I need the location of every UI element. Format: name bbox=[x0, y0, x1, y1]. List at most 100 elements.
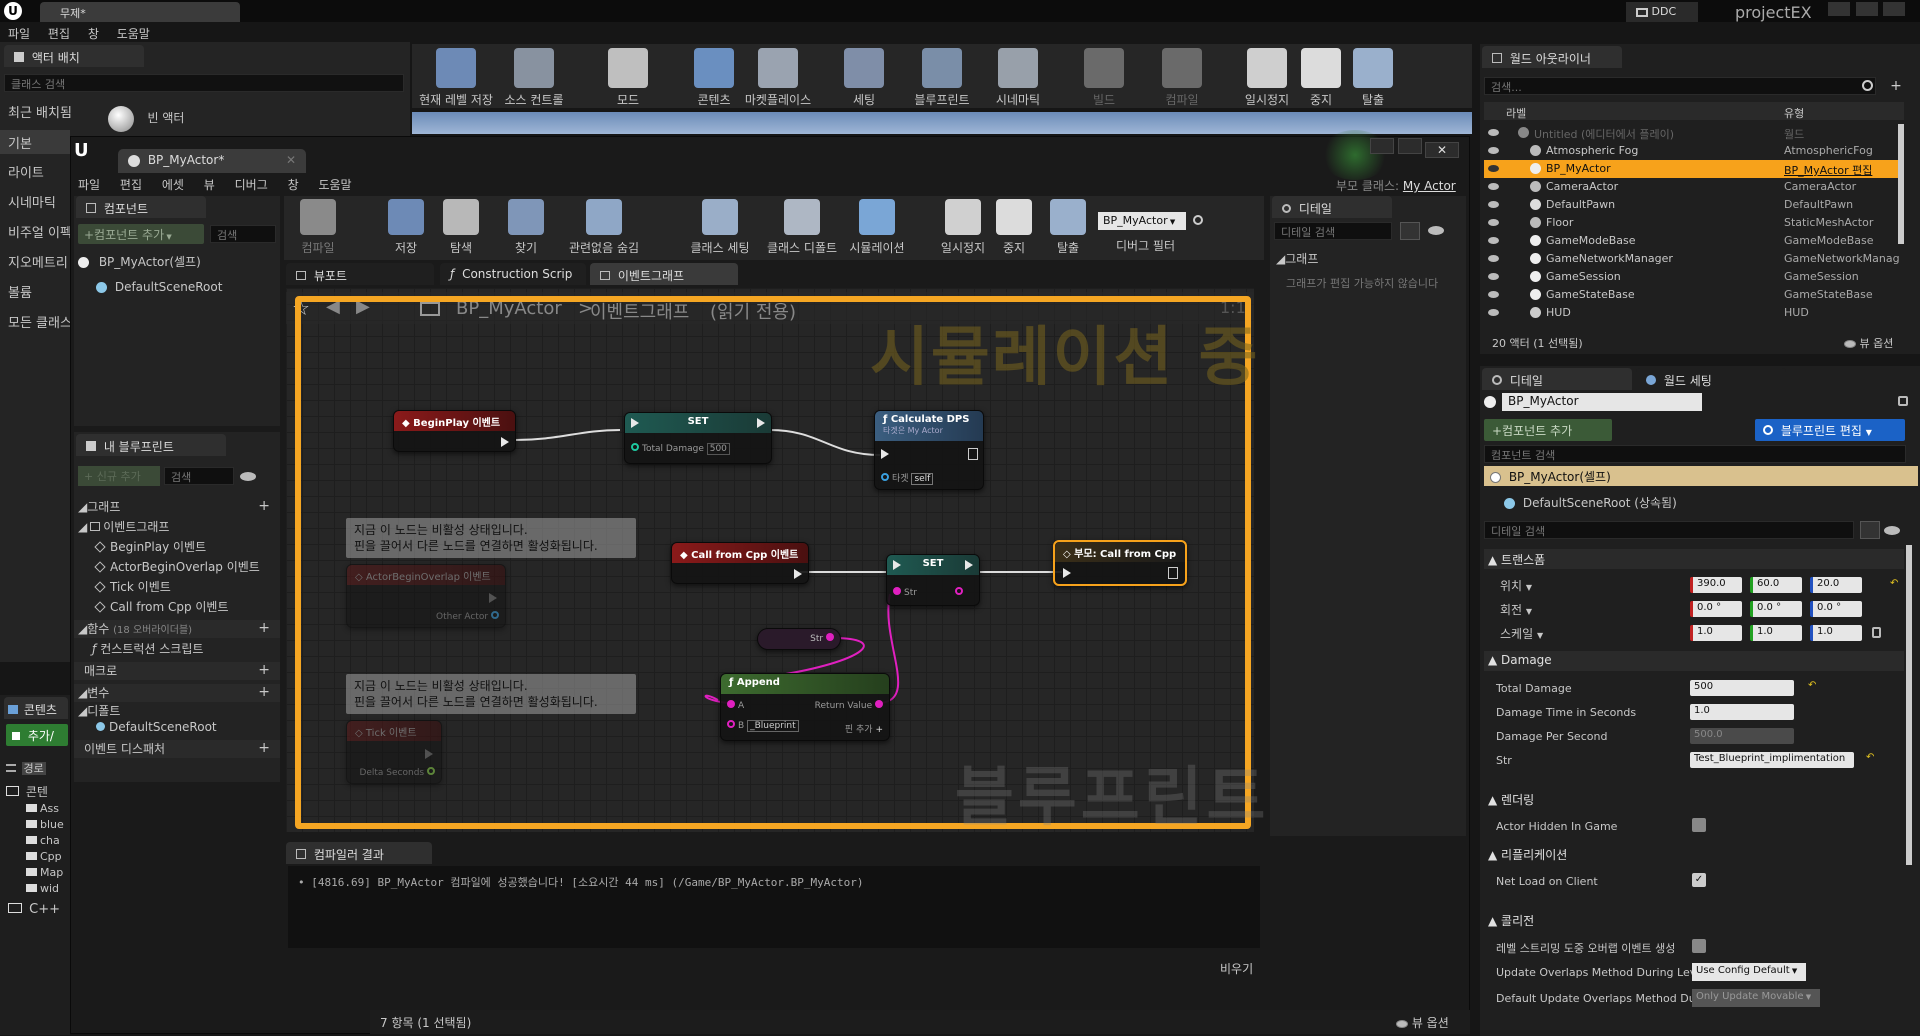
string-pin-icon bbox=[955, 587, 963, 595]
append-b-value[interactable]: _Blueprint bbox=[747, 720, 799, 732]
beginplay-title: BeginPlay 이벤트 bbox=[413, 418, 501, 429]
append-b-label: B bbox=[738, 721, 745, 731]
exec-in-pin[interactable] bbox=[893, 560, 901, 570]
str-pin[interactable]: Str bbox=[893, 587, 963, 598]
exec-out-pin[interactable] bbox=[1168, 567, 1178, 579]
str-getter-label: Str bbox=[810, 634, 824, 644]
total-damage-pin[interactable]: Total Damage 500 bbox=[631, 443, 730, 455]
exec-out-pin[interactable] bbox=[425, 749, 433, 759]
parent-call-node[interactable]: ◇ 부모: Call from Cpp bbox=[1053, 540, 1187, 586]
exec-out-pin[interactable] bbox=[501, 437, 509, 447]
callcpp-header: ◆ Call from Cpp 이벤트 bbox=[672, 543, 808, 563]
string-pin-icon bbox=[727, 700, 735, 708]
actor-begin-overlap-node[interactable]: ◇ ActorBeginOverlap 이벤트 Other Actor bbox=[346, 564, 506, 628]
other-actor-pin[interactable]: Other Actor bbox=[436, 611, 499, 622]
callcpp-title: Call from Cpp 이벤트 bbox=[691, 550, 799, 561]
parent-call-title: 부모: Call from Cpp bbox=[1074, 549, 1177, 560]
disabled-comment: 지금 이 노드는 비활성 상태입니다. 핀을 끌어서 다른 노드를 연결하면 활… bbox=[346, 518, 636, 558]
tick-header: ◇ Tick 이벤트 bbox=[347, 721, 441, 741]
parent-call-header: ◇ 부모: Call from Cpp bbox=[1055, 542, 1185, 562]
calc-subtitle: 타겟은 My Actor bbox=[883, 426, 943, 435]
add-icon: + bbox=[875, 725, 883, 735]
status-view-options-label: 뷰 옵션 bbox=[1411, 1016, 1449, 1030]
str-getter-pin[interactable]: Str bbox=[810, 633, 834, 644]
overlap-title: ActorBeginOverlap 이벤트 bbox=[365, 572, 491, 583]
string-pin-icon bbox=[727, 720, 735, 728]
string-pin-icon bbox=[826, 633, 834, 641]
str-getter-node[interactable]: Str bbox=[757, 628, 841, 650]
details-icon bbox=[1282, 204, 1291, 213]
add-pin-button[interactable]: 핀 추가 + bbox=[845, 722, 883, 735]
exec-out-pin[interactable] bbox=[757, 418, 765, 428]
append-node[interactable]: ƒ Append A Return Value B _Blueprint 핀 추… bbox=[720, 673, 890, 741]
append-b-pin[interactable]: B _Blueprint bbox=[727, 720, 799, 732]
total-damage-pin-label: Total Damage bbox=[642, 444, 704, 454]
bp-details-graph-note: 그래프가 편집 가능하지 않습니다 bbox=[1286, 277, 1439, 290]
bp-details-tab[interactable]: 디테일 bbox=[1272, 196, 1392, 218]
delta-seconds-label: Delta Seconds bbox=[359, 768, 425, 778]
status-items: 7 항목 (1 선택됨) bbox=[380, 1016, 472, 1030]
append-title: Append bbox=[736, 677, 780, 688]
set2-title: SET bbox=[922, 558, 944, 569]
exec-in-pin[interactable] bbox=[881, 449, 889, 459]
tick-title: Tick 이벤트 bbox=[365, 728, 417, 739]
target-pin[interactable]: 타겟 self bbox=[881, 471, 934, 485]
exec-out-pin[interactable] bbox=[968, 448, 978, 460]
tick-node[interactable]: ◇ Tick 이벤트 Delta Seconds bbox=[346, 720, 442, 784]
add-pin-label: 핀 추가 bbox=[844, 725, 873, 735]
compiler-log-line: [4816.69] BP_MyActor 컴파일에 성공했습니다! [소요시간 … bbox=[311, 876, 864, 889]
string-pin-icon bbox=[875, 700, 883, 708]
calc-header: ƒ Calculate DPS 타겟은 My Actor bbox=[875, 411, 983, 441]
compiler-results-tab[interactable]: 컴파일러 결과 bbox=[286, 842, 432, 864]
int-pin-icon bbox=[631, 443, 639, 451]
string-pin-icon bbox=[893, 587, 901, 595]
beginplay-node[interactable]: ◆ BeginPlay 이벤트 bbox=[393, 410, 516, 452]
bp-details-graph-section[interactable]: ◢그래프 bbox=[1272, 248, 1464, 266]
eye-icon[interactable] bbox=[1428, 226, 1444, 235]
compiler-results-tab-label: 컴파일러 결과 bbox=[313, 848, 384, 862]
set-str-node[interactable]: SET Str bbox=[886, 554, 980, 606]
exec-out-pin[interactable] bbox=[489, 593, 497, 603]
bp-details-panel bbox=[1270, 196, 1466, 836]
target-pin-value: self bbox=[911, 473, 934, 485]
exec-out-pin[interactable] bbox=[965, 560, 973, 570]
append-header: ƒ Append bbox=[721, 674, 889, 694]
append-a-pin[interactable]: A bbox=[727, 700, 744, 711]
bp-details-search-placeholder: 디테일 검색 bbox=[1281, 226, 1336, 239]
bp-details-graph-label: 그래프 bbox=[1285, 252, 1319, 266]
clear-log-button[interactable]: 비우기 bbox=[1220, 960, 1253, 977]
call-from-cpp-node[interactable]: ◆ Call from Cpp 이벤트 bbox=[671, 542, 809, 584]
other-actor-pin-label: Other Actor bbox=[436, 612, 489, 622]
calc-title: Calculate DPS bbox=[890, 414, 970, 425]
compiler-log: • [4816.69] BP_MyActor 컴파일에 성공했습니다! [소요시… bbox=[288, 866, 1260, 948]
calculate-dps-node[interactable]: ƒ Calculate DPS 타겟은 My Actor 타겟 self bbox=[874, 410, 984, 490]
status-view-options[interactable]: 뷰 옵션 bbox=[1396, 1014, 1449, 1031]
str-pin-label: Str bbox=[904, 588, 917, 598]
set1-header: SET bbox=[625, 413, 771, 433]
exec-in-pin[interactable] bbox=[631, 418, 639, 428]
disabled-comment: 지금 이 노드는 비활성 상태입니다. 핀을 끌어서 다른 노드를 연결하면 활… bbox=[346, 674, 636, 714]
bp-details-search[interactable]: 디테일 검색 bbox=[1274, 222, 1392, 240]
exec-wire bbox=[769, 429, 881, 456]
set1-title: SET bbox=[687, 416, 709, 427]
delta-seconds-pin[interactable]: Delta Seconds bbox=[359, 767, 435, 778]
overlap-header: ◇ ActorBeginOverlap 이벤트 bbox=[347, 565, 505, 585]
exec-out-pin[interactable] bbox=[794, 569, 802, 579]
target-pin-label: 타겟 bbox=[892, 474, 909, 484]
float-pin-icon bbox=[427, 767, 435, 775]
total-damage-pin-value: 500 bbox=[706, 443, 730, 455]
exec-wire bbox=[514, 429, 621, 441]
eye-icon bbox=[1396, 1019, 1408, 1028]
grid-view-icon[interactable] bbox=[1400, 222, 1420, 240]
status-bar: 7 항목 (1 선택됨) 뷰 옵션 bbox=[370, 1010, 1470, 1034]
set-total-damage-node[interactable]: SET Total Damage 500 bbox=[624, 412, 772, 464]
append-return-pin[interactable]: Return Value bbox=[815, 700, 883, 711]
exec-in-pin[interactable] bbox=[1063, 568, 1071, 578]
object-pin-icon bbox=[881, 473, 889, 481]
append-return-label: Return Value bbox=[814, 701, 873, 711]
append-a-label: A bbox=[738, 701, 745, 711]
compiler-icon bbox=[296, 849, 306, 859]
bp-details-tab-label: 디테일 bbox=[1298, 202, 1332, 216]
object-pin-icon bbox=[491, 611, 499, 619]
beginplay-header: ◆ BeginPlay 이벤트 bbox=[394, 411, 515, 431]
